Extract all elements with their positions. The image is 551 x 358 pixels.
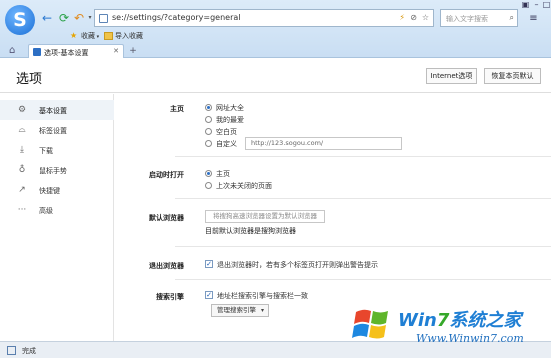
section-divider — [175, 279, 551, 280]
new-tab-icon[interactable]: + — [128, 46, 138, 56]
maximize-icon[interactable]: □ — [541, 0, 551, 9]
folder-icon — [104, 32, 113, 40]
section-label-default-browser: 默认浏览器 — [149, 214, 184, 222]
settings-page-icon — [33, 48, 41, 56]
close-icon[interactable]: ✕ — [113, 47, 119, 55]
section-divider — [175, 198, 551, 199]
mouse-icon: ♁ — [18, 165, 26, 175]
tab-settings[interactable]: 选项-基本设置 ✕ — [28, 44, 124, 58]
back-icon[interactable]: ← — [41, 12, 53, 24]
skin-icon[interactable]: ▣ — [520, 0, 531, 9]
sidebar-item-tabs[interactable]: ⌓ 标签设置 — [0, 120, 114, 140]
internet-options-button[interactable]: Internet选项 — [426, 68, 477, 84]
status-text: 完成 — [22, 347, 36, 355]
sidebar-item-label: 下载 — [39, 147, 53, 155]
watermark-site: Www.Winwin7.com — [416, 332, 524, 345]
star-icon[interactable]: ☆ — [422, 13, 429, 22]
menu-icon[interactable]: ≡ — [528, 13, 539, 24]
manage-search-engine-select[interactable]: 管理搜索引擎 ▾ — [211, 304, 269, 317]
section-divider — [175, 156, 551, 157]
homepage-option[interactable]: 我的最爱 — [205, 115, 244, 125]
checkbox-checked[interactable]: ✓ — [205, 291, 213, 299]
sidebar-item-label: 快捷键 — [39, 187, 60, 195]
tab-bar: ⌂ 选项-基本设置 ✕ + — [0, 43, 551, 58]
home-icon[interactable]: ⌂ — [9, 45, 15, 56]
exit-warning-option[interactable]: ✓ 退出浏览器时，若有多个标签页打开则弹出警告提示 — [205, 260, 378, 270]
gear-icon: ⚙ — [17, 105, 27, 115]
sogou-logo-icon[interactable]: S — [5, 5, 35, 35]
bookmark-favorites[interactable]: ★ 收藏 ▾ — [70, 31, 99, 41]
settings-sidebar: ⚙ 基本设置 ⌓ 标签设置 ⤓ 下载 ♁ 鼠标手势 ↗ 快捷键 ··· 高级 — [0, 94, 114, 341]
chevron-down-icon: ▾ — [260, 307, 264, 314]
sidebar-item-basic[interactable]: ⚙ 基本设置 — [0, 100, 114, 120]
sidebar-item-label: 鼠标手势 — [39, 167, 67, 175]
startup-option[interactable]: 主页 — [205, 169, 230, 179]
tab-title: 选项-基本设置 — [44, 49, 89, 57]
sidebar-item-shortcuts[interactable]: ↗ 快捷键 — [0, 180, 114, 200]
page-icon — [99, 14, 108, 23]
tab-icon: ⌓ — [18, 125, 26, 135]
block-icon[interactable]: ⊘ — [410, 13, 417, 22]
radio[interactable] — [205, 115, 212, 123]
search-placeholder: 输入文字搜索 — [446, 15, 488, 23]
download-icon: ⤓ — [20, 145, 24, 155]
page-status-icon — [7, 346, 16, 355]
radio-selected[interactable] — [205, 103, 212, 111]
page-title: 选项 — [16, 72, 43, 87]
sidebar-item-download[interactable]: ⤓ 下载 — [0, 140, 114, 160]
search-engine-sync-option[interactable]: ✓ 地址栏搜索引擎与搜索栏一致 — [205, 291, 308, 301]
section-label-exit: 退出浏览器 — [149, 262, 184, 270]
default-browser-status: 目前默认浏览器是搜狗浏览器 — [205, 227, 296, 235]
section-label-startup: 启动时打开 — [149, 171, 184, 179]
sidebar-item-mouse-gestures[interactable]: ♁ 鼠标手势 — [0, 160, 114, 180]
settings-header: 选项 Internet选项 恢复本页默认 — [0, 59, 551, 93]
sidebar-item-label: 标签设置 — [39, 127, 67, 135]
custom-homepage-input[interactable]: http://123.sogou.com/ — [245, 137, 402, 150]
bookmark-import-label: 导入收藏 — [115, 32, 143, 40]
favorites-star-icon: ★ — [70, 31, 78, 40]
checkbox-checked[interactable]: ✓ — [205, 260, 213, 268]
section-label-search-engine: 搜索引擎 — [156, 293, 184, 301]
bookmark-import[interactable]: 导入收藏 — [104, 31, 143, 41]
sidebar-item-advanced[interactable]: ··· 高级 — [0, 200, 114, 220]
address-bar[interactable]: se://settings/?category=general ⚡ ⊘ ☆ — [94, 9, 434, 27]
favorites-dropdown-icon: ▾ — [95, 34, 100, 40]
restore-defaults-button[interactable]: 恢复本页默认 — [484, 68, 541, 84]
radio-selected[interactable] — [205, 169, 212, 177]
radio[interactable] — [205, 127, 212, 135]
sidebar-item-label: 基本设置 — [39, 107, 67, 115]
homepage-option[interactable]: 自定义 — [205, 139, 237, 149]
set-default-browser-button[interactable]: 将搜狗高速浏览器设置为默认浏览器 — [205, 210, 325, 223]
search-box[interactable]: 输入文字搜索 ⌕ — [440, 9, 518, 27]
startup-option[interactable]: 上次未关闭的页面 — [205, 181, 272, 191]
shortcut-icon: ↗ — [18, 185, 26, 195]
watermark-brand: Win7系统之家 — [398, 310, 522, 331]
address-url[interactable]: se://settings/?category=general — [112, 13, 240, 22]
more-icon: ··· — [17, 205, 27, 215]
bookmark-favorites-label: 收藏 — [81, 32, 95, 40]
radio[interactable] — [205, 139, 212, 147]
search-icon[interactable]: ⌕ — [510, 13, 514, 23]
browser-toolbar: S ← ⟳ ↶ ▾ se://settings/?category=genera… — [0, 0, 551, 58]
refresh-icon[interactable]: ⟳ — [58, 12, 70, 24]
sidebar-item-label: 高级 — [39, 207, 53, 215]
watermark: Win7系统之家 Www.Winwin7.com — [352, 302, 551, 358]
homepage-option[interactable]: 网址大全 — [205, 103, 244, 113]
section-label-homepage: 主页 — [170, 105, 184, 113]
lightning-icon[interactable]: ⚡ — [399, 13, 405, 22]
radio[interactable] — [205, 181, 212, 189]
section-divider — [175, 246, 551, 247]
windows-flag-icon — [352, 309, 388, 339]
homepage-option[interactable]: 空白页 — [205, 127, 237, 137]
